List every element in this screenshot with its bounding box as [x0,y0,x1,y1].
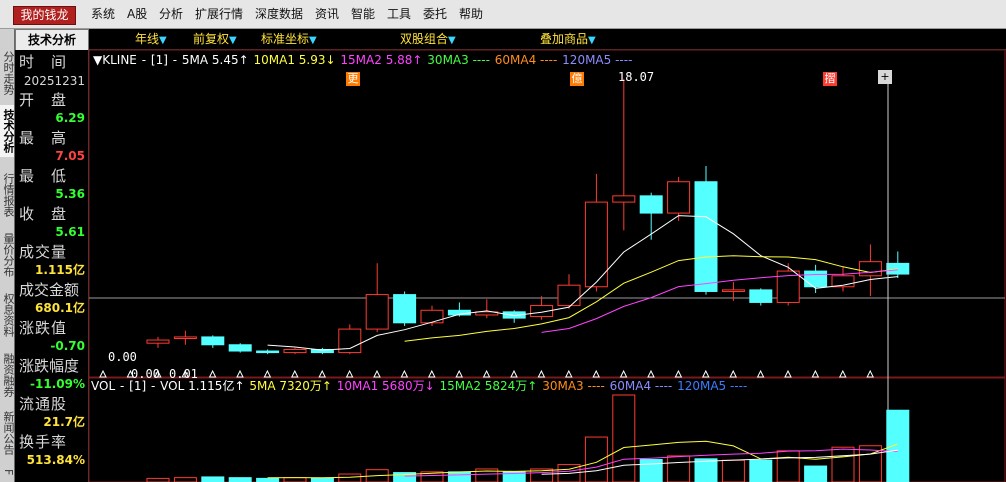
candle-body [749,289,773,303]
period-tick-marker [564,369,573,378]
vol-legend: VOL - [1] - VOL 1.115亿↑ 5MA 7320万↑ 10MA1… [91,379,748,393]
candle-body [721,289,745,292]
volume-bar [612,394,636,482]
period-tick-marker [647,369,655,378]
volume-bar [201,476,225,482]
vol-title[interactable]: VOL [91,379,115,393]
crosshair-handle[interactable]: + [878,70,892,84]
volume-bar [694,458,718,482]
period-tick-marker [838,369,847,378]
candle-body [639,195,663,214]
legend-ma5: 5MA 5.45↑ [181,53,249,67]
event-marker[interactable]: 摺 [823,72,837,86]
period-tick-marker [866,369,875,378]
volume-bar [639,459,663,482]
kline-sep2: - [172,53,178,67]
zero-label: 0.00 [108,350,137,364]
vol-sep: - [119,379,125,393]
vol-sep2: - [150,379,156,393]
volume-bar [173,477,197,482]
candle-body [201,336,225,346]
volume-bar [749,459,773,482]
volume-bar [146,477,170,482]
candle-body [858,261,882,277]
zero-label: 0.01 [169,367,198,381]
volume-bar [804,465,828,482]
period-tick-marker [290,369,299,378]
candle-body [420,309,444,324]
volume-bar [667,455,691,482]
period-tick-marker [784,369,792,378]
period-tick-marker [455,369,464,378]
legend-ma10: 10MA1 5.93↓ [253,53,336,67]
period-tick-marker [811,369,820,378]
legend-ma30: 30MA3 ---- [427,53,490,67]
period-tick-marker [345,369,354,378]
legend-ma60: 60MA4 ---- [494,53,558,67]
candle-body [886,262,910,275]
period-tick-marker [208,369,217,378]
period-tick-marker [99,369,107,378]
volume-bar [228,477,252,482]
period-tick-marker [619,369,628,378]
period-tick-marker [482,369,491,378]
period-tick-marker [318,369,327,378]
peak-price-label: 18.07 [618,70,655,84]
period-tick-marker [263,369,272,378]
candle-body [557,284,581,307]
candle-body [365,294,389,330]
volume-bar [256,477,280,482]
legend-vol-ma120: 120MA5 ---- [677,379,748,393]
legend-ma15: 15MA2 5.88↑ [340,53,423,67]
kline-code: [1] [150,53,168,67]
legend-vol-ma15: 15MA2 5824万↑ [439,379,538,393]
legend-ma120: 120MA5 ---- [562,53,633,67]
volume-bar [721,459,745,482]
kline-sep: - [141,53,147,67]
period-tick-marker [537,369,546,378]
period-tick-marker [510,369,518,378]
volume-bar [283,477,307,482]
period-tick-marker [674,369,683,378]
candle-body [283,348,307,354]
period-tick-marker [236,369,244,378]
volume-bar [310,477,334,482]
candle-body [804,270,828,288]
period-tick-marker [592,369,601,378]
kline-title[interactable]: ▼KLINE [93,53,137,67]
legend-vol-ma10: 10MA1 5680万↓ [336,379,435,393]
legend-vol-ma60: 60MA4 ---- [609,379,673,393]
candle-body [256,350,280,354]
zero-label: 0.00 [131,367,160,381]
kline-panel-frame [88,49,1006,378]
candle-body [173,336,197,339]
candle-body [228,344,252,352]
period-tick-marker [701,369,710,378]
volume-bar [584,436,608,482]
event-marker[interactable]: 億 [570,72,584,86]
volume-bar [338,473,362,482]
legend-vol-ma5: 5MA 7320万↑ [249,379,332,393]
volume-bar [447,471,471,482]
period-tick-marker [427,369,436,378]
candle-body [146,339,170,344]
kline-chart[interactable] [0,0,1006,482]
vol-code: [1] [129,379,147,393]
ma5-line [267,215,898,351]
period-tick-marker [400,369,409,378]
candle-body [393,294,417,324]
legend-vol: VOL 1.115亿↑ [160,379,245,393]
period-tick-marker [756,369,765,378]
period-tick-marker [729,369,738,378]
legend-vol-ma30: 30MA3 ---- [542,379,605,393]
candle-body [667,181,691,214]
kline-legend: ▼KLINE - [1] - 5MA 5.45↑ 10MA1 5.93↓ 15M… [93,53,633,67]
volume-bar [886,409,910,482]
volume-bar [776,450,800,482]
candle-body [694,181,718,292]
event-marker[interactable]: 更 [346,72,360,86]
period-tick-marker [373,369,381,378]
volume-bar [831,446,855,482]
candle-body [612,195,636,203]
